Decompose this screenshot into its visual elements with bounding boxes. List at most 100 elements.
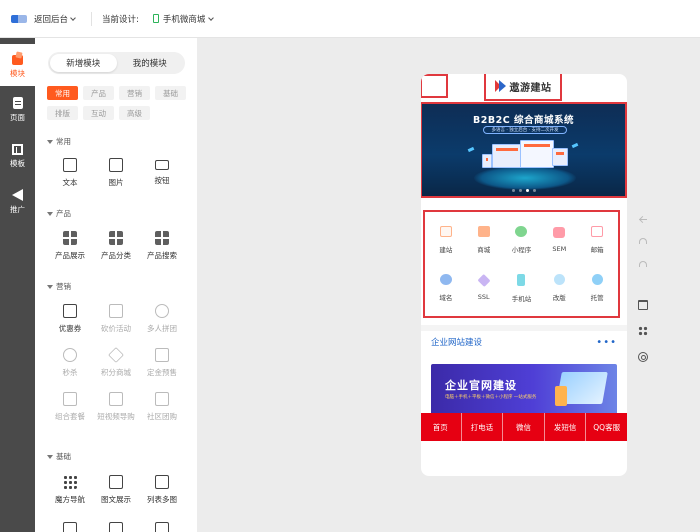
promo-subtitle: 电脑＋手机＋平板＋微信＋小程序 一站式服务 [445,395,537,400]
service-label: 托管 [590,294,604,302]
rail-item-promotion[interactable]: 推广 [0,182,35,222]
tab-my-modules[interactable]: 我的模块 [117,54,184,72]
service-label: SSL [477,293,490,301]
module-product-category[interactable]: 产品分类 [93,231,139,261]
service-item[interactable]: 商城 [465,216,503,264]
module-partial[interactable] [139,522,185,532]
service-item[interactable]: 域名 [427,264,465,312]
caret-down-icon [47,454,53,459]
layout-button[interactable] [636,324,650,338]
chevron-down-icon [208,14,215,21]
module-community-buy[interactable]: 社区团购 [139,392,185,422]
logo-placeholder-block[interactable] [421,74,448,98]
monitor-icon [439,226,452,237]
group-header-product[interactable]: 产品 [47,208,71,219]
bottom-nav-qq[interactable]: QQ客服 [586,413,627,441]
back-to-admin-button[interactable]: 返回后台 [34,13,76,25]
product-search-icon [155,231,169,245]
group-header-basic[interactable]: 基础 [47,451,71,462]
module-image[interactable]: 图片 [93,158,139,188]
service-label: 改版 [552,294,566,302]
service-item[interactable]: 建站 [427,216,465,264]
banner-screen-graphic [552,148,568,166]
section-title[interactable]: 企业网站建设 [431,336,482,348]
more-icon[interactable]: ••• [596,337,617,348]
image-icon [109,158,123,172]
theme-button[interactable] [636,298,650,312]
module-product-search[interactable]: 产品搜索 [139,231,185,261]
bottom-nav-call[interactable]: 打电话 [462,413,504,441]
community-buy-icon [155,392,169,406]
carousel-dot[interactable] [511,189,515,192]
settings-button[interactable] [636,350,650,364]
filter-advanced[interactable]: 高级 [119,106,150,120]
bottom-nav-sms[interactable]: 发短信 [545,413,587,441]
module-bundle[interactable]: 组合套餐 [47,392,93,422]
flash-sale-icon [63,348,77,362]
module-grid-marketing: 优惠券 砍价活动 多人拼团 秒杀 积分商城 定金预售 组合套餐 短视频导购 社区… [47,304,187,422]
service-item[interactable]: 小程序 [503,216,541,264]
service-item[interactable]: 改版 [540,264,578,312]
group-header-common[interactable]: 常用 [47,136,71,147]
tab-new-modules[interactable]: 新增模块 [50,54,117,72]
short-video-icon [109,392,123,406]
carousel-dot[interactable] [525,189,529,192]
module-text[interactable]: 文本 [47,158,93,188]
back-button[interactable] [636,212,650,226]
bargain-icon [109,304,123,318]
module-button[interactable]: 按钮 [139,158,185,188]
service-item[interactable]: 手机站 [503,264,541,312]
module-partial[interactable] [47,522,93,532]
service-item[interactable]: 邮箱 [578,216,616,264]
module-cube-nav[interactable]: 魔方导航 [47,475,93,505]
service-item[interactable]: SEM [540,216,578,264]
banner-block[interactable]: B2B2C 综合商城系统 多语言 · 独立后台 · 支持二次开发 [421,102,627,198]
grid-icon [638,326,648,336]
promo-banner[interactable]: 企业官网建设 电脑＋手机＋平板＋微信＋小程序 一站式服务 [431,364,617,416]
filter-product[interactable]: 产品 [83,86,114,100]
rail-item-templates[interactable]: 模板 [0,136,35,176]
module-group-buy[interactable]: 多人拼团 [139,304,185,334]
carousel-dot[interactable] [532,189,536,192]
bottom-nav-home[interactable]: 首页 [421,413,462,441]
module-coupon[interactable]: 优惠券 [47,304,93,334]
module-label: 砍价活动 [101,324,131,333]
redo-button[interactable] [636,257,650,271]
module-product-display[interactable]: 产品展示 [47,231,93,261]
rail-item-modules[interactable]: 模块 [0,44,35,86]
module-partial[interactable] [93,522,139,532]
module-short-video[interactable]: 短视频导购 [93,392,139,422]
site-selector[interactable]: 手机微商城 [152,13,215,25]
filter-interactive[interactable]: 互动 [83,106,114,120]
carousel-dot[interactable] [518,189,522,192]
undo-button[interactable] [636,234,650,248]
module-image-text[interactable]: 图文展示 [93,475,139,505]
module-points-mall[interactable]: 积分商城 [93,347,139,378]
module-bargain[interactable]: 砍价活动 [93,304,139,334]
page-icon [12,97,23,109]
module-list-multi-image[interactable]: 列表多图 [139,475,185,505]
bottom-nav-wechat[interactable]: 微信 [503,413,545,441]
service-item[interactable]: SSL [465,264,503,312]
filter-common[interactable]: 常用 [47,86,78,100]
filter-marketing[interactable]: 营销 [119,86,150,100]
banner-title: B2B2C 综合商城系统 [473,115,574,126]
module-flash-sale[interactable]: 秒杀 [47,348,93,378]
banner-subtitle: 多语言 · 独立后台 · 支持二次开发 [483,126,567,134]
filter-basic[interactable]: 基础 [155,86,186,100]
brand-logo-icon [494,80,506,92]
service-nav-block[interactable]: 建站 商城 小程序 SEM 邮箱 域名 SSL 手机站 改版 托管 [423,210,620,318]
filter-layout[interactable]: 排版 [47,106,78,120]
service-label: SEM [552,245,567,253]
module-label: 按钮 [154,176,170,185]
plane-icon [571,142,579,149]
service-item[interactable]: 托管 [578,264,616,312]
template-icon [12,143,23,155]
group-header-marketing[interactable]: 营销 [47,281,71,292]
brand-name: 遨游建站 [509,82,552,94]
brand-logo-block[interactable]: 遨游建站 [484,74,562,101]
banner-screen-graphic [482,154,492,168]
module-presale[interactable]: 定金预售 [139,348,185,378]
rail-item-pages[interactable]: 页面 [0,90,35,130]
magnifier-icon [553,274,565,285]
